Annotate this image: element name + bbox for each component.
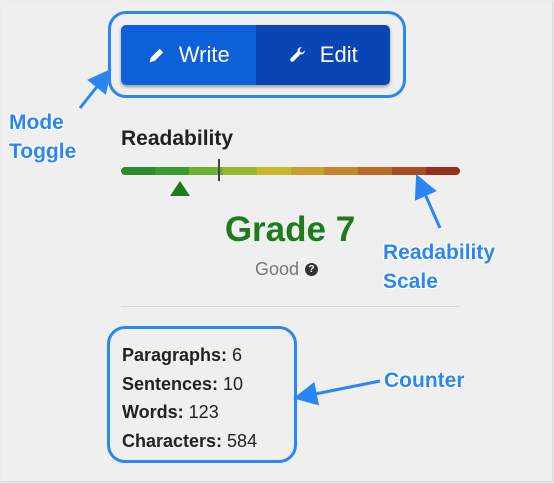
mode-annotation-line1: Mode bbox=[9, 111, 64, 134]
scale-segment bbox=[256, 167, 291, 175]
mode-toggle-annotation: Mode Toggle bbox=[9, 108, 76, 166]
counter-annotation: Counter bbox=[384, 369, 465, 392]
section-divider bbox=[121, 306, 460, 307]
scale-annotation-line1: Readability bbox=[383, 241, 496, 264]
scale-current-tick bbox=[218, 159, 220, 181]
readability-title: Readability bbox=[121, 127, 234, 150]
mode-annotation-line2: Toggle bbox=[9, 140, 77, 163]
scale-segment bbox=[324, 167, 359, 175]
scale-segment bbox=[154, 167, 189, 175]
mode-toggle-callout-box bbox=[108, 11, 406, 98]
scale-segment bbox=[121, 167, 155, 175]
scale-segment bbox=[222, 167, 257, 175]
scale-segment bbox=[392, 167, 427, 175]
scale-segment bbox=[426, 167, 460, 175]
scale-annotation-line2: Scale bbox=[383, 270, 438, 293]
readability-scale-bar bbox=[121, 167, 460, 175]
readability-scale-annotation: Readability Scale bbox=[383, 238, 495, 296]
question-circle-icon[interactable]: ? bbox=[305, 263, 319, 276]
grade-marker-icon bbox=[170, 181, 190, 196]
counter-callout-box bbox=[107, 326, 297, 463]
scale-segment bbox=[358, 167, 393, 175]
grade-rating: Good ? bbox=[255, 259, 319, 280]
grade-rating-text: Good bbox=[255, 259, 300, 279]
scale-segment bbox=[290, 167, 325, 175]
